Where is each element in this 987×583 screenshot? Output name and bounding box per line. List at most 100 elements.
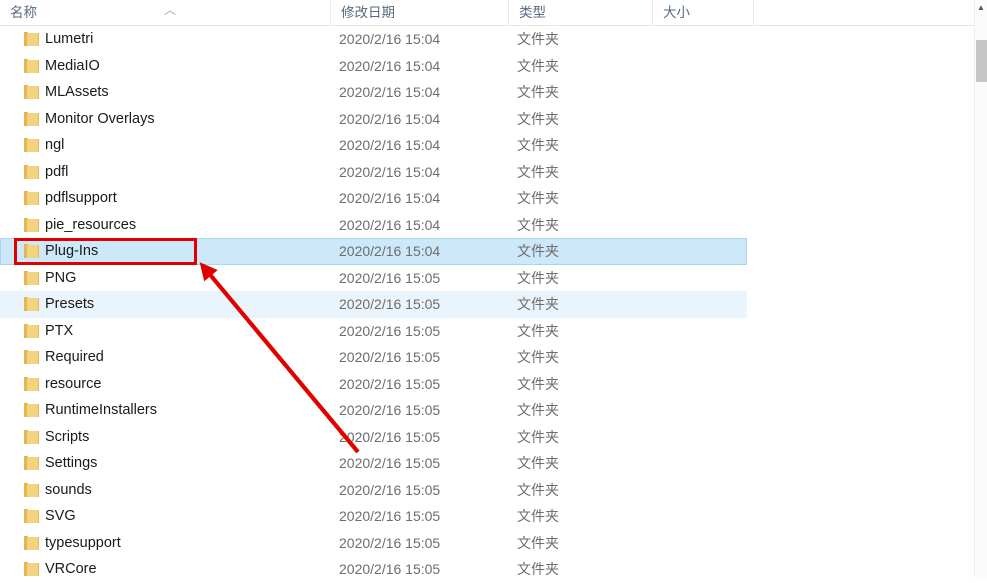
file-name-cell: ngl — [45, 137, 65, 153]
table-row[interactable]: MLAssets 2020/2/16 15:04 文件夹 — [0, 79, 987, 106]
column-header-name[interactable]: 名称 ︿ — [0, 0, 330, 25]
date-modified-cell: 2020/2/16 15:05 — [339, 269, 441, 286]
file-name-cell: sounds — [45, 481, 92, 498]
file-type-cell: 文件夹 — [517, 216, 559, 233]
vertical-scrollbar[interactable]: ▲ — [974, 0, 987, 577]
file-name-cell: MLAssets — [45, 84, 109, 100]
folder-icon — [24, 85, 39, 99]
column-header-type[interactable]: 类型 — [508, 0, 652, 25]
folder-icon — [24, 429, 39, 444]
date-modified-cell: 2020/2/16 15:05 — [339, 508, 441, 524]
folder-icon — [24, 403, 39, 417]
file-size-cell — [661, 424, 749, 451]
file-name-cell: Presets — [45, 296, 95, 312]
folder-icon — [24, 535, 39, 550]
file-size-cell — [661, 397, 749, 424]
file-name-cell: SVG — [45, 508, 76, 524]
file-name-cell: Lumetri — [45, 31, 94, 47]
date-modified-cell: 2020/2/16 15:05 — [339, 561, 441, 577]
file-name-cell: VRCore — [45, 561, 97, 577]
table-row[interactable]: typesupport 2020/2/16 15:05 文件夹 — [0, 530, 987, 557]
table-row[interactable]: SVG 2020/2/16 15:05 文件夹 — [0, 503, 987, 530]
table-row[interactable]: pdflsupport 2020/2/16 15:04 文件夹 — [0, 185, 987, 212]
table-row[interactable]: Plug-Ins 2020/2/16 15:04 文件夹 — [0, 238, 987, 265]
table-row[interactable]: pie_resources 2020/2/16 15:04 文件夹 — [0, 212, 987, 239]
file-size-cell — [661, 79, 749, 106]
table-row[interactable]: RuntimeInstallers 2020/2/16 15:05 文件夹 — [0, 397, 987, 424]
file-size-cell — [661, 291, 749, 318]
table-row[interactable]: Lumetri 2020/2/16 15:04 文件夹 — [0, 26, 987, 53]
file-size-cell — [661, 318, 749, 345]
table-row[interactable]: sounds 2020/2/16 15:05 文件夹 — [0, 477, 987, 504]
date-modified-cell: 2020/2/16 15:04 — [339, 243, 441, 259]
file-size-cell — [661, 503, 749, 530]
file-type-cell: 文件夹 — [517, 296, 559, 312]
table-row[interactable]: PTX 2020/2/16 15:05 文件夹 — [0, 318, 987, 345]
file-type-cell: 文件夹 — [517, 428, 559, 445]
file-size-cell — [661, 265, 749, 292]
column-header-date-modified[interactable]: 修改日期 — [330, 0, 508, 25]
folder-icon — [24, 350, 39, 364]
table-row[interactable]: Monitor Overlays 2020/2/16 15:04 文件夹 — [0, 106, 987, 133]
file-name-cell: Settings — [45, 455, 98, 471]
table-row[interactable]: VRCore 2020/2/16 15:05 文件夹 — [0, 556, 987, 583]
scroll-up-arrow-icon[interactable]: ▲ — [975, 0, 987, 16]
file-name-cell: MediaIO — [45, 57, 100, 74]
file-type-cell: 文件夹 — [517, 243, 559, 259]
date-modified-cell: 2020/2/16 15:04 — [339, 216, 441, 233]
file-type-cell: 文件夹 — [517, 110, 559, 127]
column-header-size[interactable]: 大小 — [652, 0, 753, 25]
file-type-cell: 文件夹 — [517, 269, 559, 286]
folder-icon — [24, 111, 39, 126]
table-row[interactable]: pdfl 2020/2/16 15:04 文件夹 — [0, 159, 987, 186]
folder-icon — [24, 58, 39, 73]
table-row[interactable]: PNG 2020/2/16 15:05 文件夹 — [0, 265, 987, 292]
date-modified-cell: 2020/2/16 15:04 — [339, 190, 441, 206]
file-name-cell: pdfl — [45, 163, 69, 180]
column-header-spacer[interactable] — [753, 0, 975, 25]
column-header-bar: 名称 ︿ 修改日期 类型 大小 — [0, 0, 987, 26]
date-modified-cell: 2020/2/16 15:04 — [339, 110, 441, 127]
table-row[interactable]: Presets 2020/2/16 15:05 文件夹 — [0, 291, 987, 318]
folder-icon — [24, 217, 39, 232]
folder-icon — [24, 509, 39, 523]
table-row[interactable]: resource 2020/2/16 15:05 文件夹 — [0, 371, 987, 398]
file-size-cell — [661, 159, 749, 186]
folder-icon — [24, 376, 39, 391]
file-type-cell: 文件夹 — [517, 534, 559, 551]
folder-icon — [24, 323, 39, 338]
file-name-cell: PTX — [45, 322, 74, 339]
date-modified-cell: 2020/2/16 15:05 — [339, 296, 441, 312]
file-size-cell — [661, 450, 749, 477]
scrollbar-thumb[interactable] — [976, 40, 987, 82]
date-modified-cell: 2020/2/16 15:05 — [339, 402, 441, 418]
date-modified-cell: 2020/2/16 15:04 — [339, 84, 441, 100]
file-type-cell: 文件夹 — [517, 31, 559, 47]
file-name-cell: Plug-Ins — [45, 243, 99, 259]
date-modified-cell: 2020/2/16 15:05 — [339, 534, 441, 551]
file-name-cell: RuntimeInstallers — [45, 402, 158, 418]
file-size-cell — [661, 238, 749, 265]
file-size-cell — [661, 132, 749, 159]
folder-icon — [24, 270, 39, 285]
folder-icon — [24, 562, 39, 576]
table-row[interactable]: Settings 2020/2/16 15:05 文件夹 — [0, 450, 987, 477]
table-row[interactable]: Required 2020/2/16 15:05 文件夹 — [0, 344, 987, 371]
file-type-cell: 文件夹 — [517, 190, 559, 206]
file-name-cell: Scripts — [45, 428, 90, 445]
file-list-rows: Lumetri 2020/2/16 15:04 文件夹 MediaIO 2020/2/1… — [0, 26, 987, 577]
column-header-date-modified-label: 修改日期 — [341, 5, 395, 20]
file-name-cell: Monitor Overlays — [45, 110, 155, 127]
file-name-cell: PNG — [45, 269, 77, 286]
table-row[interactable]: Scripts 2020/2/16 15:05 文件夹 — [0, 424, 987, 451]
file-size-cell — [661, 26, 749, 53]
table-row[interactable]: ngl 2020/2/16 15:04 文件夹 — [0, 132, 987, 159]
folder-icon — [24, 191, 39, 205]
file-name-cell: typesupport — [45, 534, 121, 551]
file-type-cell: 文件夹 — [517, 402, 559, 418]
table-row[interactable]: MediaIO 2020/2/16 15:04 文件夹 — [0, 53, 987, 80]
folder-icon — [24, 138, 39, 152]
date-modified-cell: 2020/2/16 15:05 — [339, 349, 441, 365]
file-size-cell — [661, 371, 749, 398]
date-modified-cell: 2020/2/16 15:05 — [339, 455, 441, 471]
